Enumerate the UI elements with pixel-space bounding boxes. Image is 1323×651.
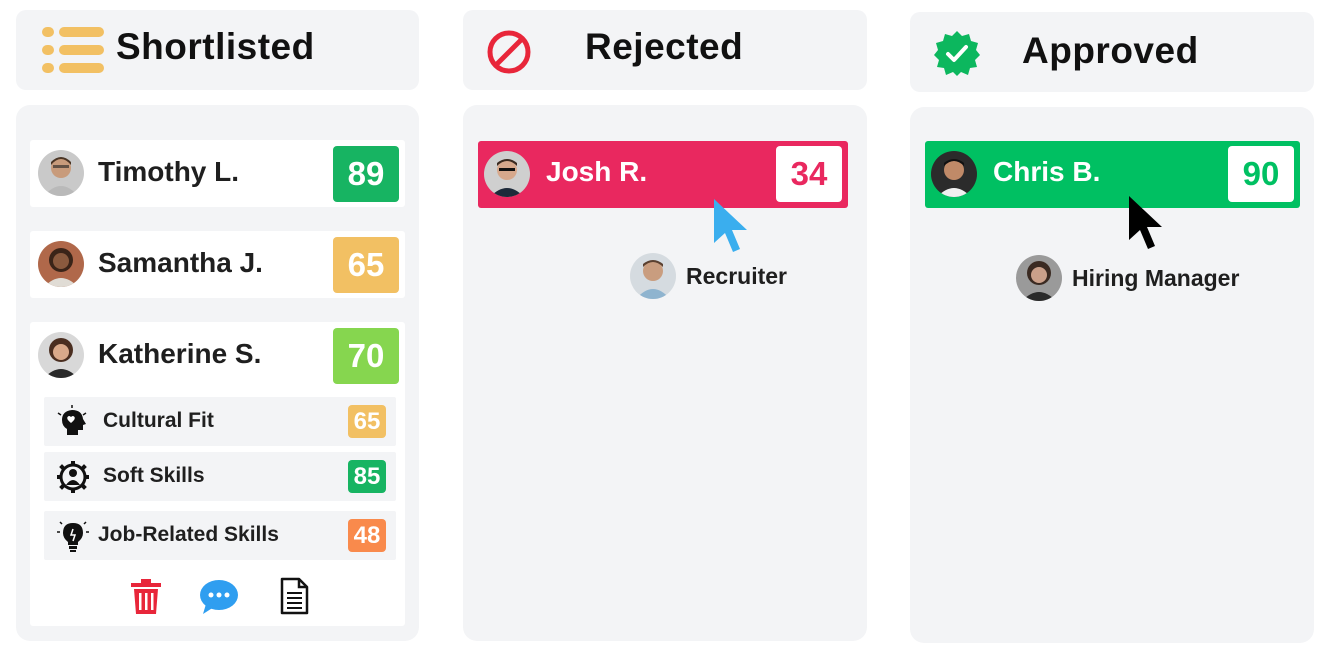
candidate-name: Josh R. (546, 156, 648, 187)
prohibited-icon (487, 30, 531, 74)
skill-score: 85 (348, 460, 386, 493)
score-badge: 65 (333, 237, 399, 293)
column-title: Approved (1022, 30, 1199, 71)
avatar (1016, 255, 1062, 301)
candidate-name: Samantha J. (98, 247, 263, 278)
score-badge: 89 (333, 146, 399, 202)
candidate-card-expanded[interactable]: Katherine S. 70 Cultural Fit 65 Soft Ski… (30, 322, 405, 626)
avatar (38, 241, 84, 287)
hiring-manager-label: Hiring Manager (1016, 255, 1239, 301)
hiring-manager-cursor-icon (1129, 196, 1162, 249)
candidate-card[interactable]: Samantha J. 65 (30, 231, 405, 298)
trash-icon[interactable] (126, 576, 166, 616)
lightbulb-icon (57, 521, 89, 552)
column-title: Shortlisted (116, 26, 315, 67)
people-gear-icon (57, 461, 89, 493)
collaborator-role: Recruiter (686, 262, 787, 289)
candidate-name: Chris B. (993, 156, 1101, 187)
shortlisted-column: Timothy L. 89 Samantha J. 65 Katherine S… (16, 105, 419, 641)
verified-check-icon (934, 31, 980, 76)
head-heart-icon (57, 405, 87, 435)
recruiter-cursor-icon (714, 199, 747, 252)
avatar (38, 332, 84, 378)
skill-score: 65 (348, 405, 386, 438)
candidate-name: Timothy L. (98, 156, 240, 187)
list-icon (42, 27, 104, 73)
score-badge: 70 (333, 328, 399, 384)
score-badge: 34 (776, 146, 842, 202)
collaborator-role: Hiring Manager (1072, 264, 1240, 291)
avatar (630, 253, 676, 299)
column-title: Rejected (585, 26, 744, 67)
shortlisted-header: Shortlisted (16, 10, 419, 90)
candidate-card-dragging[interactable]: Chris B. 90 (925, 141, 1300, 208)
chat-icon[interactable] (199, 576, 239, 616)
skill-label: Cultural Fit (103, 409, 214, 432)
approved-header: Approved (910, 12, 1314, 92)
recruiter-label: Recruiter (630, 253, 787, 299)
avatar (38, 150, 84, 196)
avatar (484, 151, 530, 197)
skill-label: Soft Skills (103, 464, 205, 487)
skill-label: Job-Related Skills (98, 523, 279, 546)
candidate-card-dragging[interactable]: Josh R. 34 (478, 141, 848, 208)
candidate-name: Katherine S. (98, 338, 262, 369)
skill-row-soft-skills: Soft Skills 85 (44, 452, 396, 501)
document-icon[interactable] (274, 576, 314, 616)
rejected-header: Rejected (463, 10, 867, 90)
score-badge: 90 (1228, 146, 1294, 202)
skill-row-cultural-fit: Cultural Fit 65 (44, 397, 396, 446)
candidate-card[interactable]: Timothy L. 89 (30, 140, 405, 207)
skill-row-job-related-skills: Job-Related Skills 48 (44, 511, 396, 560)
skill-score: 48 (348, 519, 386, 552)
avatar (931, 151, 977, 197)
